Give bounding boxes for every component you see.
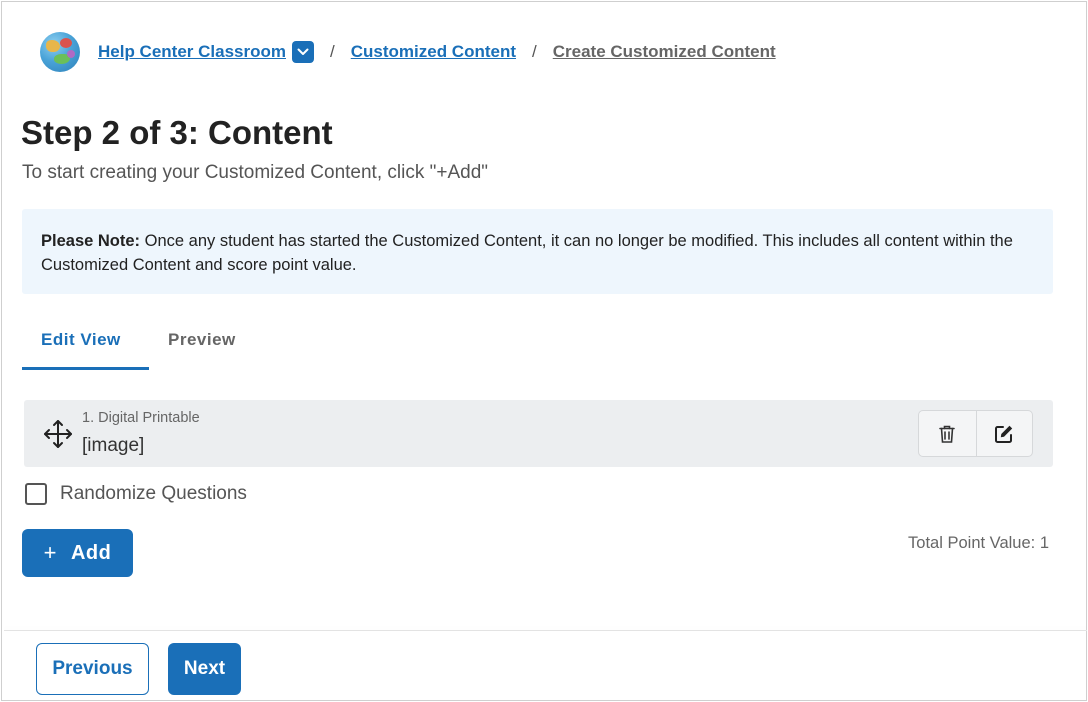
- randomize-checkbox[interactable]: [25, 483, 47, 505]
- note-text: Once any student has started the Customi…: [41, 232, 1013, 274]
- item-actions: [918, 410, 1033, 457]
- page-title: Step 2 of 3: Content: [21, 114, 333, 151]
- add-button[interactable]: + Add: [22, 529, 133, 577]
- item-label: 1. Digital Printable: [82, 410, 200, 426]
- breadcrumb: Help Center Classroom / Customized Conte…: [40, 32, 776, 72]
- footer-divider: [4, 630, 1087, 631]
- breadcrumb-separator: /: [330, 42, 335, 61]
- tab-preview[interactable]: Preview: [168, 330, 236, 350]
- item-value: [image]: [82, 435, 145, 456]
- trash-icon: [939, 425, 956, 443]
- next-button[interactable]: Next: [168, 643, 241, 695]
- plus-icon: +: [43, 540, 57, 565]
- previous-button[interactable]: Previous: [36, 643, 149, 695]
- note-label: Please Note:: [41, 232, 141, 250]
- active-tab-indicator: [22, 367, 149, 370]
- globe-avatar-icon: [40, 32, 80, 72]
- chevron-down-icon: [297, 48, 309, 55]
- classroom-dropdown-button[interactable]: [292, 41, 314, 63]
- total-point-value: Total Point Value: 1: [908, 534, 1049, 552]
- page-subtitle: To start creating your Customized Conten…: [22, 162, 489, 183]
- breadcrumb-classroom-link[interactable]: Help Center Classroom: [98, 42, 286, 62]
- breadcrumb-section-link[interactable]: Customized Content: [351, 42, 516, 62]
- breadcrumb-separator: /: [532, 42, 537, 61]
- note-banner: Please Note: Once any student has starte…: [22, 209, 1053, 294]
- edit-icon: [995, 425, 1013, 443]
- tab-edit-view[interactable]: Edit View: [41, 330, 121, 350]
- page-frame: Help Center Classroom / Customized Conte…: [1, 1, 1087, 701]
- randomize-label: Randomize Questions: [60, 483, 247, 504]
- randomize-questions-option[interactable]: Randomize Questions: [25, 483, 247, 505]
- move-arrows-icon[interactable]: [42, 418, 74, 455]
- edit-button[interactable]: [975, 411, 1033, 456]
- breadcrumb-current[interactable]: Create Customized Content: [553, 42, 776, 62]
- delete-button[interactable]: [919, 411, 976, 456]
- add-button-label: Add: [70, 541, 112, 564]
- content-item: 1. Digital Printable [image]: [24, 400, 1053, 467]
